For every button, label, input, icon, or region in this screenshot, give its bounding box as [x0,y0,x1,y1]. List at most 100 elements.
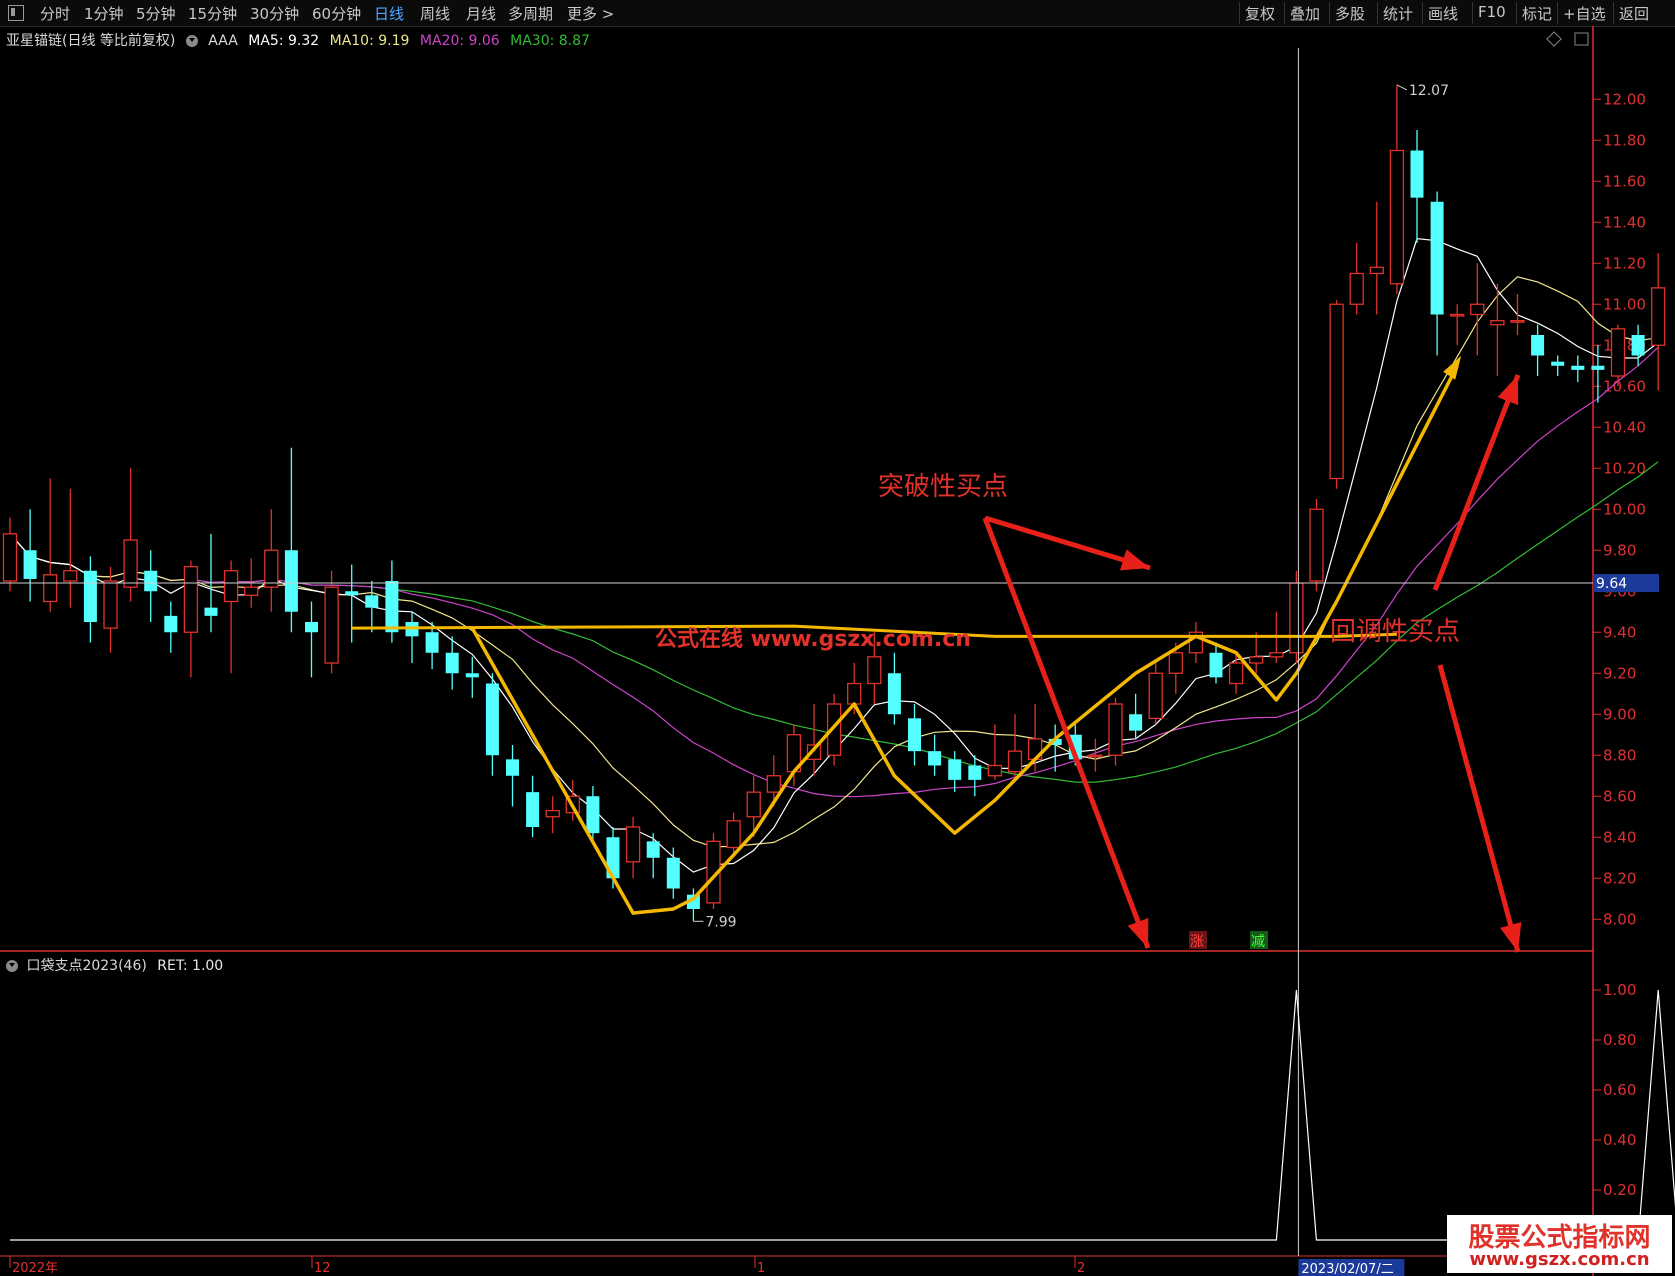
candle[interactable] [23,509,37,602]
candle-body [244,586,259,597]
candle[interactable] [1188,622,1204,663]
candle-body [948,759,962,780]
candle[interactable] [1349,242,1364,315]
price-tick-label: 11.60 [1603,172,1646,190]
candle[interactable] [345,564,359,643]
candle[interactable] [284,447,298,633]
candle[interactable] [1007,714,1023,780]
candle[interactable] [887,652,901,725]
candle-body [284,550,298,612]
candle-body [1209,652,1223,678]
candle[interactable] [365,581,379,633]
high-marker [1396,84,1408,91]
candle[interactable] [63,488,78,608]
candle[interactable] [928,734,942,776]
pullback-arrow-down [1437,664,1521,953]
candle-body [1088,754,1103,758]
candle-body [63,570,78,582]
indicator-panel-name[interactable]: 口袋支点2023(46) [26,958,146,974]
candle[interactable] [485,673,499,776]
candle-body [223,570,239,603]
candle[interactable] [948,751,962,793]
candle[interactable] [83,556,97,643]
diamond-icon[interactable] [1546,31,1562,47]
candle[interactable] [103,566,118,653]
candle[interactable] [506,745,519,807]
candle-body [968,765,982,780]
candle[interactable] [1571,355,1585,383]
candle[interactable] [123,468,138,602]
candle[interactable] [183,560,199,678]
candle[interactable] [766,755,781,807]
window-icon[interactable] [1574,32,1589,46]
candle[interactable] [1430,191,1444,356]
candle[interactable] [1108,697,1123,766]
candle[interactable] [1369,201,1384,315]
watermark-text: 公式在线 www.gszx.com.cn [655,626,971,652]
candle[interactable] [646,833,660,879]
candle[interactable] [1510,294,1525,335]
candle[interactable] [223,560,239,674]
candle[interactable] [164,601,178,653]
pullback-arrow-up [1432,374,1521,591]
candle[interactable] [625,816,641,879]
candle[interactable] [806,704,822,776]
stock-title[interactable]: 亚星锚链(日线 等比前复权) [6,33,175,49]
candle[interactable] [1410,130,1424,243]
candle[interactable] [1048,724,1062,772]
candle[interactable] [1450,304,1465,346]
main-info-bar: 亚星锚链(日线 等比前复权) AAA MA5: 9.32 MA10: 9.19 … [6,30,596,50]
candle-body [1269,652,1284,658]
candle-body [465,673,479,678]
price-tick-label: 8.80 [1603,746,1636,764]
candle-body [83,570,97,622]
candle[interactable] [545,796,560,834]
candle[interactable] [264,509,279,612]
ma20-value: MA20: 9.06 [419,33,500,49]
candle[interactable] [43,478,58,612]
candle[interactable] [405,611,419,663]
ma5-value: MA5: 9.32 [248,33,320,49]
candle[interactable] [1651,253,1666,391]
candle[interactable] [968,755,982,797]
candle[interactable] [445,636,459,690]
candle[interactable] [1531,324,1545,376]
candle-body [1389,149,1405,285]
candle[interactable] [1088,738,1103,772]
dropdown-icon[interactable] [185,35,198,47]
badge-up-label: 涨 [1190,934,1204,950]
indicator-tick-label: 0.60 [1603,1081,1636,1099]
candle-body [1591,365,1605,370]
candle-body [928,751,942,766]
candle-body [164,615,178,633]
candle[interactable] [1631,324,1645,366]
candle[interactable] [1289,570,1304,663]
date-label: 1 [757,1261,765,1276]
candle[interactable] [385,560,399,643]
candle[interactable] [1148,663,1163,725]
candle[interactable] [1470,263,1485,356]
candle[interactable] [1329,300,1344,489]
chart-area[interactable]: 12.00 11.80 11.60 11.40 11.20 11.00 1 0.80 10.60… [0,0,1675,1276]
candle[interactable] [1209,642,1223,684]
candle[interactable] [908,704,921,766]
candle[interactable] [666,847,680,899]
candle[interactable] [1490,283,1505,376]
candle[interactable] [305,601,318,678]
candle[interactable] [526,775,540,838]
indicator-name[interactable]: AAA [208,33,238,49]
candle[interactable] [324,570,339,674]
candle[interactable] [1249,632,1264,674]
crosshair-date-label: 2023/02/07/二 [1301,1262,1393,1276]
candle[interactable] [1551,355,1565,377]
candle[interactable] [987,724,1003,780]
candle[interactable] [144,550,158,622]
candle[interactable] [2,517,18,592]
candle[interactable] [1389,84,1405,294]
indicator-dropdown-icon[interactable] [6,960,18,972]
candle[interactable] [1309,499,1324,592]
pullback-label: 回调性买点 [1330,617,1460,647]
candle-body [1129,714,1143,731]
candle[interactable] [465,656,479,698]
candle[interactable] [1129,693,1143,739]
